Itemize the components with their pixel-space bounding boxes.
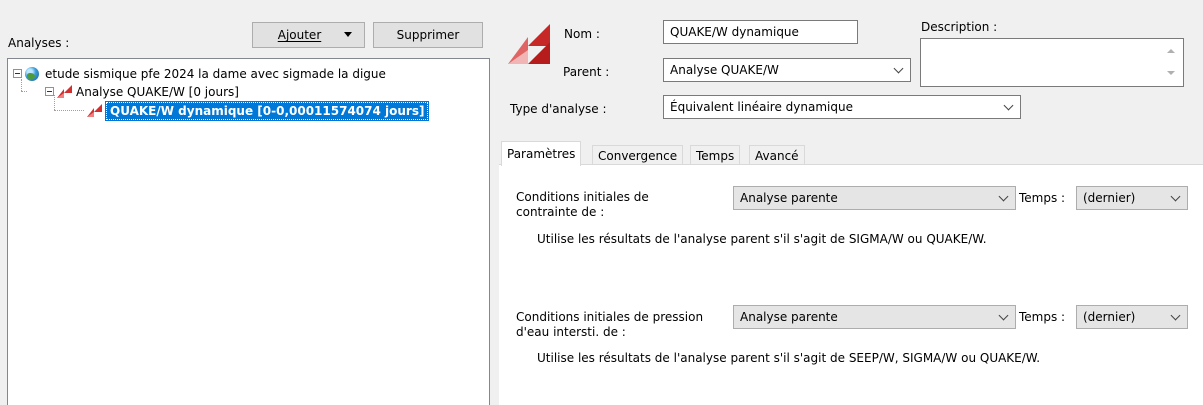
pore-pressure-source-select[interactable]: Analyse parente bbox=[733, 305, 1016, 329]
tab-temps[interactable]: Temps bbox=[690, 145, 741, 166]
analyses-label: Analyses : bbox=[8, 36, 70, 50]
analysis-type-value: Équivalent linéaire dynamique bbox=[670, 100, 853, 114]
stress-time-value: (dernier) bbox=[1083, 191, 1136, 205]
pore-time-label: Temps : bbox=[1019, 310, 1066, 324]
stress-conditions-label: Conditions initiales de contrainte de : bbox=[516, 190, 649, 220]
chevron-down-icon bbox=[1170, 310, 1181, 321]
parent-select-value: Analyse QUAKE/W bbox=[670, 63, 779, 77]
quake-icon bbox=[87, 104, 102, 117]
tree-item-label: etude sismique pfe 2024 la dame avec sig… bbox=[45, 66, 386, 81]
analysis-type-select[interactable]: Équivalent linéaire dynamique bbox=[663, 95, 1021, 119]
pore-label-line2: d'eau intersti. de : bbox=[516, 325, 626, 339]
collapse-icon[interactable] bbox=[13, 69, 22, 78]
name-input[interactable]: QUAKE/W dynamique bbox=[663, 20, 858, 44]
scroll-up-icon[interactable] bbox=[1167, 49, 1175, 53]
chevron-down-icon bbox=[998, 191, 1009, 202]
tab-convergence[interactable]: Convergence bbox=[592, 145, 684, 166]
quake-analysis-icon bbox=[508, 24, 550, 64]
stress-label-line2: contrainte de : bbox=[516, 205, 605, 219]
parameters-panel: Conditions initiales de contrainte de : … bbox=[499, 164, 1203, 405]
tab-strip: Paramètres Convergence Temps Avancé bbox=[499, 141, 1203, 166]
analysis-type-label: Type d'analyse : bbox=[510, 102, 607, 116]
stress-note: Utilise les résultats de l'analyse paren… bbox=[537, 232, 987, 246]
tab-avance[interactable]: Avancé bbox=[749, 145, 805, 166]
name-label: Nom : bbox=[564, 27, 600, 41]
parent-label: Parent : bbox=[563, 65, 610, 79]
chevron-down-icon bbox=[893, 63, 904, 74]
pore-time-select[interactable]: (dernier) bbox=[1076, 305, 1188, 329]
stress-time-label: Temps : bbox=[1019, 191, 1066, 205]
stress-time-select[interactable]: (dernier) bbox=[1076, 186, 1188, 210]
description-textarea[interactable] bbox=[920, 38, 1184, 87]
stress-source-value: Analyse parente bbox=[740, 191, 838, 205]
chevron-down-icon bbox=[998, 310, 1009, 321]
pore-time-value: (dernier) bbox=[1083, 310, 1136, 324]
tree-item-selected-analysis[interactable]: QUAKE/W dynamique [0-0,00011574074 jours… bbox=[87, 100, 430, 121]
dropdown-caret-icon bbox=[344, 32, 352, 37]
scroll-down-icon[interactable] bbox=[1167, 71, 1175, 75]
pore-pressure-source-value: Analyse parente bbox=[740, 310, 838, 324]
analyses-tree[interactable]: etude sismique pfe 2024 la dame avec sig… bbox=[7, 58, 490, 405]
tree-item-label: Analyse QUAKE/W [0 jours] bbox=[76, 84, 239, 99]
delete-button[interactable]: Supprimer bbox=[373, 22, 483, 48]
globe-icon bbox=[25, 66, 39, 81]
chevron-down-icon bbox=[1003, 100, 1014, 111]
stress-source-select[interactable]: Analyse parente bbox=[733, 186, 1016, 210]
description-label: Description : bbox=[921, 20, 998, 34]
pore-pressure-note: Utilise les résultats de l'analyse paren… bbox=[537, 351, 1041, 365]
collapse-icon[interactable] bbox=[45, 87, 54, 96]
tree-item-root[interactable]: etude sismique pfe 2024 la dame avec sig… bbox=[13, 65, 386, 82]
stress-label-line1: Conditions initiales de bbox=[516, 190, 649, 204]
tree-item-label: QUAKE/W dynamique [0-0,00011574074 jours… bbox=[104, 100, 430, 121]
tab-parametres[interactable]: Paramètres bbox=[501, 141, 582, 166]
chevron-down-icon bbox=[1170, 191, 1181, 202]
pore-pressure-conditions-label: Conditions initiales de pression d'eau i… bbox=[516, 310, 703, 340]
quake-icon bbox=[57, 85, 72, 98]
pore-label-line1: Conditions initiales de pression bbox=[516, 310, 704, 324]
parent-select[interactable]: Analyse QUAKE/W bbox=[663, 58, 911, 82]
add-button[interactable]: Ajouter bbox=[252, 22, 365, 48]
add-button-label: Ajouter bbox=[277, 28, 322, 42]
tree-item-parent-analysis[interactable]: Analyse QUAKE/W [0 jours] bbox=[45, 83, 239, 100]
